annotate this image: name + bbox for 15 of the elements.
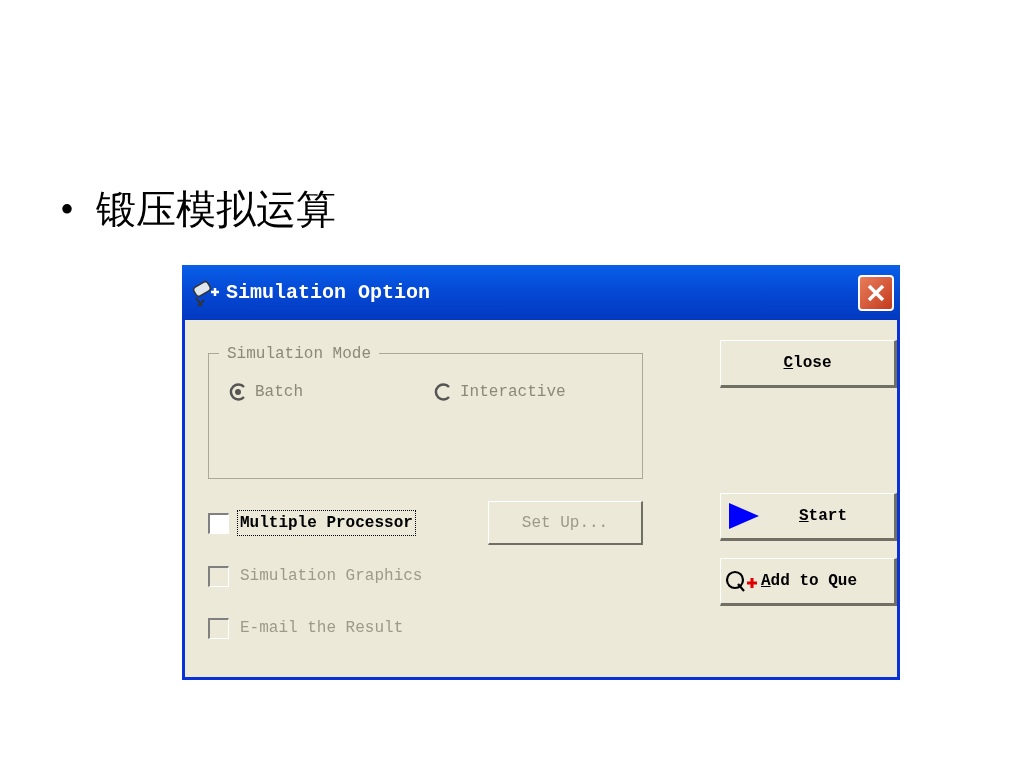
start-button[interactable]: Start bbox=[720, 493, 897, 541]
close-button[interactable]: Close bbox=[720, 340, 897, 388]
close-icon[interactable] bbox=[858, 274, 894, 311]
slide-heading: 锻压模拟运算 bbox=[96, 186, 336, 234]
checkbox-label: E-mail the Result bbox=[239, 618, 405, 639]
bullet: • bbox=[60, 186, 74, 234]
checkbox-label: Simulation Graphics bbox=[239, 566, 424, 587]
play-icon bbox=[729, 503, 759, 529]
checkbox-label: Multiple Processor bbox=[237, 510, 416, 536]
window-title: Simulation Option bbox=[226, 279, 431, 306]
add-to-queue-button[interactable]: Add to Que bbox=[720, 558, 897, 606]
radio-label: Batch bbox=[255, 382, 303, 403]
queue-add-icon bbox=[725, 569, 759, 593]
checkbox[interactable] bbox=[208, 512, 229, 534]
radio-label: Interactive bbox=[460, 382, 566, 403]
